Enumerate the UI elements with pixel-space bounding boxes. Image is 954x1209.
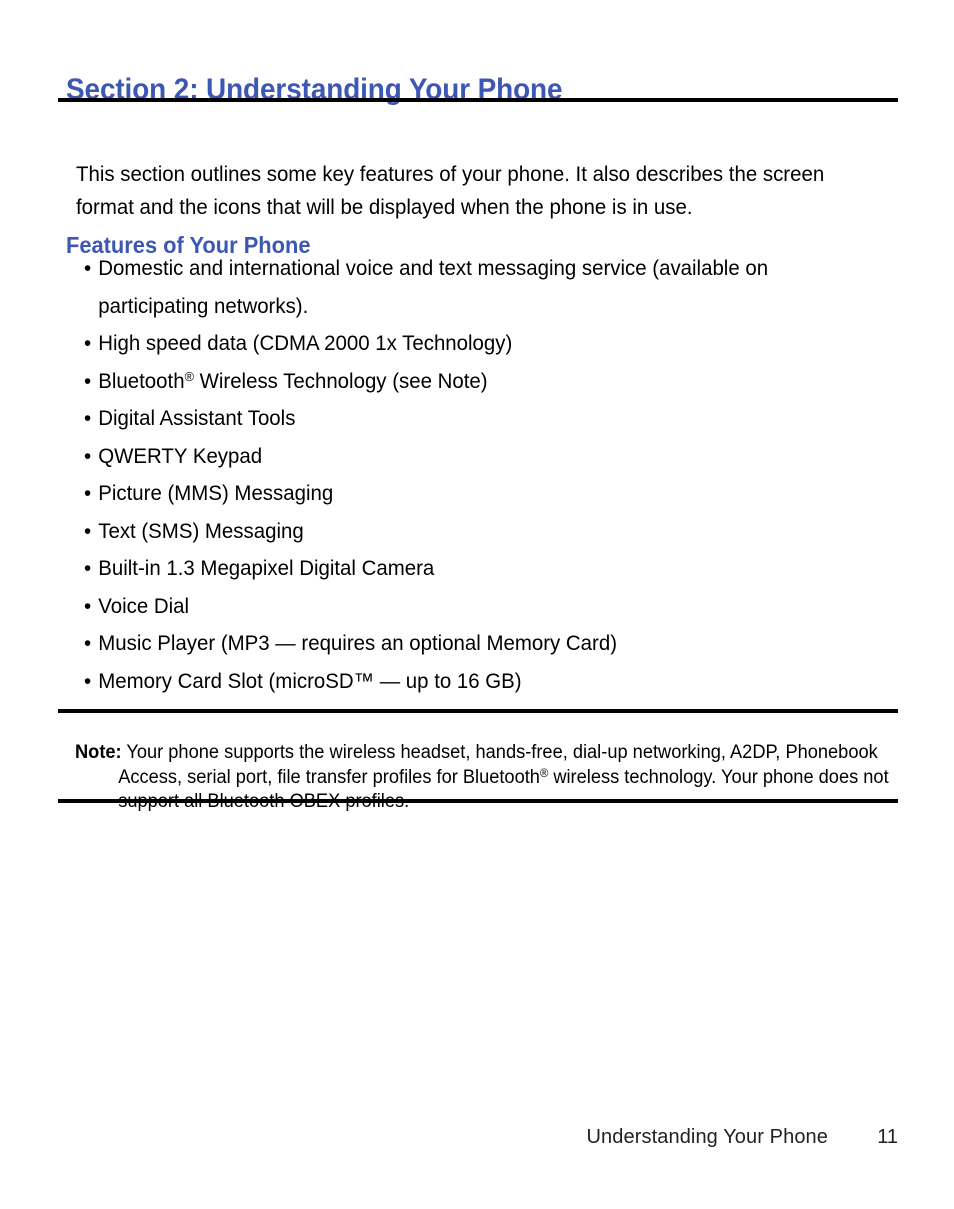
section-title: Section 2: Understanding Your Phone (66, 73, 563, 107)
feature-text: Picture (MMS) Messaging (98, 481, 334, 505)
bullet-icon: • (84, 481, 92, 505)
feature-list-item-label: Memory Card Slot (microSD™ — up to 16 GB… (98, 663, 859, 701)
page-footer: Understanding Your Phone 11 (58, 1124, 898, 1150)
bullet-icon: • (84, 518, 92, 543)
features-list: • Domestic and international voice and te… (84, 250, 900, 700)
feature-list-item: • Digital Assistant Tools (84, 400, 859, 438)
feature-list-item-label: Built-in 1.3 Megapixel Digital Camera (98, 550, 859, 588)
feature-list-item-label: Domestic and international voice and tex… (98, 250, 859, 325)
feature-list-item: • High speed data (CDMA 2000 1x Technolog… (84, 325, 859, 363)
bullet-icon: • (84, 331, 92, 355)
feature-list-item: • Domestic and international voice and te… (84, 250, 859, 325)
feature-list-item: • Memory Card Slot (microSD™ — up to 16 G… (84, 663, 859, 701)
feature-text: Music Player (MP3 — requires an optional… (98, 631, 617, 655)
registered-trademark-icon: ® (539, 766, 549, 780)
feature-text: Text (SMS) Messaging (98, 518, 304, 543)
feature-list-item-label: Text (SMS) Messaging (98, 513, 859, 551)
bullet-icon: • (84, 668, 92, 693)
feature-text: Built-in 1.3 Megapixel Digital Camera (98, 556, 435, 580)
feature-text: Domestic and international voice and tex… (98, 256, 769, 318)
intro-paragraph: This section outlines some key features … (76, 161, 825, 219)
feature-list-item-label: Digital Assistant Tools (98, 400, 859, 438)
bullet-icon: • (84, 256, 92, 280)
title-divider-rule (58, 98, 898, 102)
feature-list-item: • Bluetooth® Wireless Technology (see Not… (84, 363, 859, 401)
feature-list-item-label: Voice Dial (98, 588, 859, 626)
bullet-icon: • (84, 443, 92, 468)
document-page: Section 2: Understanding Your Phone This… (0, 0, 954, 1209)
feature-list-item: • Voice Dial (84, 588, 859, 626)
bullet-icon: • (84, 631, 92, 655)
feature-list-item: • Picture (MMS) Messaging (84, 475, 859, 513)
bullet-icon: • (84, 368, 92, 393)
feature-text: Bluetooth (98, 368, 185, 393)
feature-list-item-label: Picture (MMS) Messaging (98, 475, 859, 513)
note-bottom-rule (58, 799, 898, 803)
feature-text: High speed data (CDMA 2000 1x Technology… (98, 331, 513, 355)
feature-list-item: • Music Player (MP3 — requires an optiona… (84, 625, 859, 663)
bullet-icon: • (84, 556, 92, 580)
feature-text: Digital Assistant Tools (98, 406, 296, 430)
feature-list-item-label: Bluetooth® Wireless Technology (see Note… (98, 363, 859, 401)
feature-list-item-label: QWERTY Keypad (98, 438, 859, 476)
feature-text-continued: Wireless Technology (see Note) (193, 368, 488, 393)
bullet-icon: • (84, 593, 92, 618)
feature-list-item: • QWERTY Keypad (84, 438, 859, 476)
feature-text: QWERTY Keypad (98, 443, 263, 468)
footer-page-number: 11 (877, 1126, 898, 1148)
bullet-icon: • (84, 406, 92, 430)
feature-list-item: • Built-in 1.3 Megapixel Digital Camera (84, 550, 859, 588)
registered-trademark-icon: ® (184, 368, 194, 384)
feature-list-item-label: High speed data (CDMA 2000 1x Technology… (98, 325, 859, 363)
note-label: Note: (75, 742, 122, 763)
feature-text: Voice Dial (98, 593, 190, 618)
feature-list-item: • Text (SMS) Messaging (84, 513, 859, 551)
note-top-rule (58, 709, 898, 713)
footer-title: Understanding Your Phone (586, 1126, 828, 1148)
feature-list-item-label: Music Player (MP3 — requires an optional… (98, 625, 859, 663)
note-block: Note: Your phone supports the wireless h… (75, 741, 909, 815)
feature-text: Memory Card Slot (microSD™ — up to 16 GB… (98, 668, 522, 693)
